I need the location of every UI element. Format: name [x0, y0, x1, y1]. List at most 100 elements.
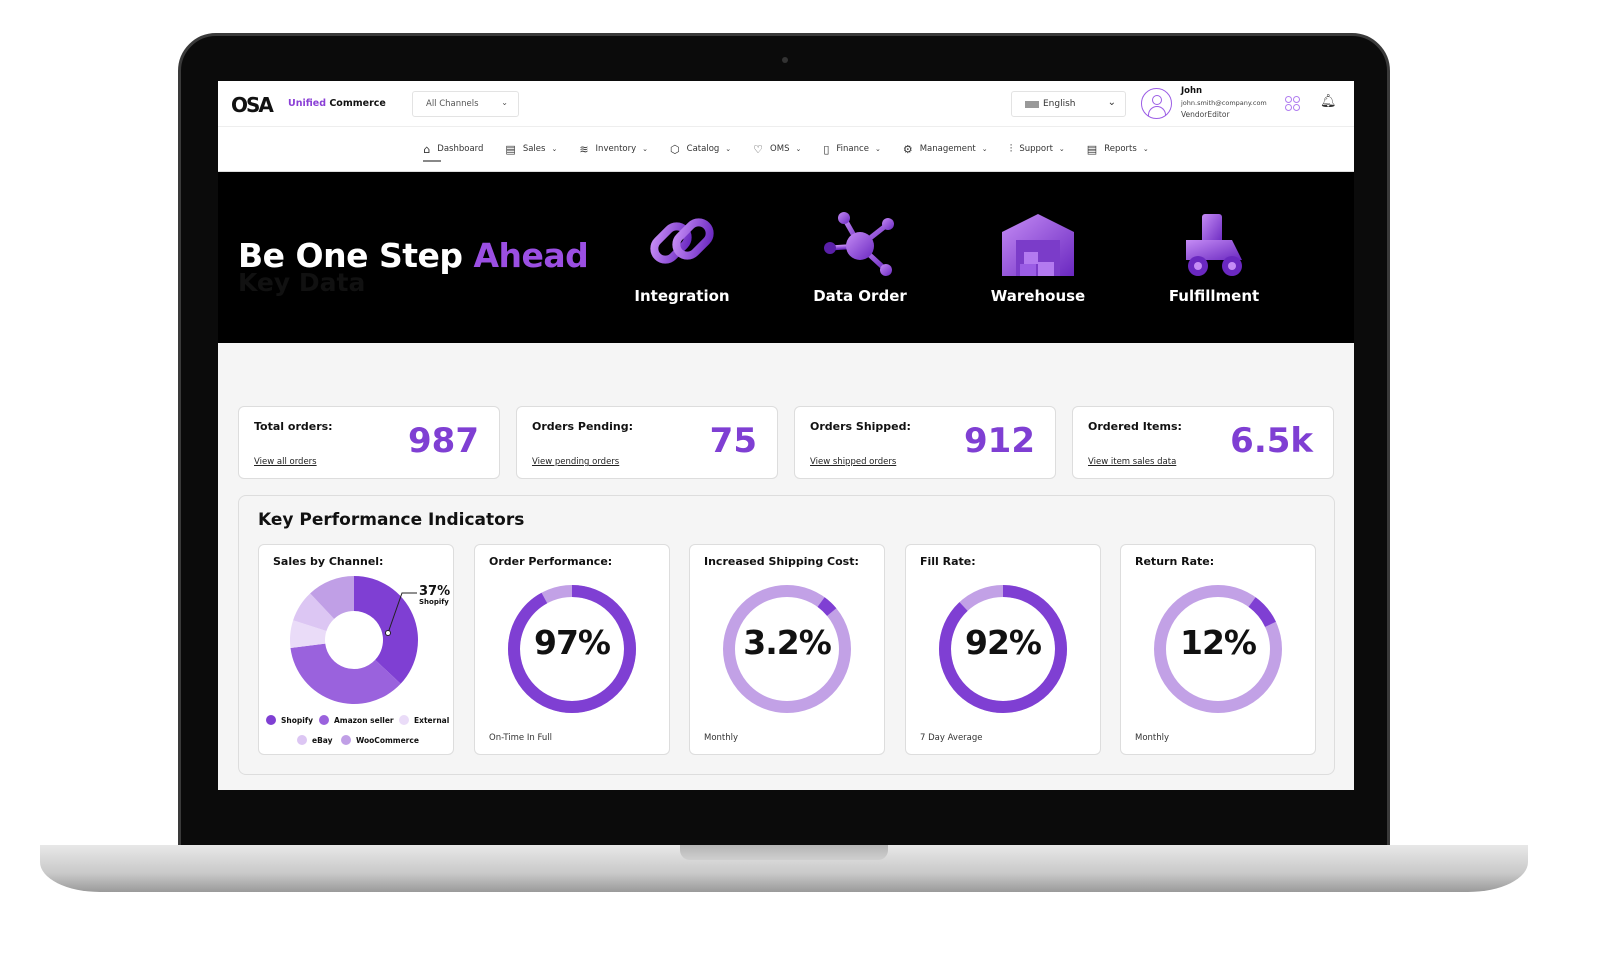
legend-label: eBay	[312, 735, 333, 745]
card-title: Order Performance:	[489, 555, 613, 568]
card-subtitle: 7 Day Average	[920, 733, 983, 743]
chevron-down-icon: ⌄	[1142, 145, 1149, 153]
report-icon: ▤	[1086, 142, 1098, 156]
layout-icon: ▤	[505, 142, 516, 156]
card-value: 912	[964, 421, 1035, 461]
legend-item: Amazon seller	[319, 715, 394, 725]
gear-icon: ⚙	[902, 142, 913, 156]
bell-icon[interactable]: 🔔︎	[1320, 94, 1337, 109]
legend-label: WooCommerce	[356, 735, 419, 745]
nav-support[interactable]: ⫶ Support ⌄	[1010, 127, 1065, 171]
network-hub-icon	[824, 212, 894, 276]
feature-fulfillment[interactable]: Fulfillment	[1149, 210, 1279, 305]
card-subtitle: Monthly	[704, 733, 739, 743]
brand-rest: Commerce	[326, 98, 386, 109]
feature-label: Warehouse	[990, 287, 1086, 305]
nav-inventory[interactable]: ≋ Inventory ⌄	[579, 127, 648, 171]
legend-item: eBay	[297, 735, 333, 745]
nav-label: Reports	[1104, 144, 1137, 154]
feature-integration[interactable]: Integration	[617, 210, 747, 305]
kpi-panel: Key Performance Indicators Sales by Chan…	[238, 495, 1335, 775]
sliders-icon: ⫶	[1009, 142, 1013, 155]
card-title: Fill Rate:	[920, 555, 976, 568]
legend-item: WooCommerce	[341, 735, 419, 745]
ring-value: 3.2%	[743, 623, 832, 662]
chevron-down-icon: ⌄	[795, 145, 802, 153]
layers-icon: ≋	[579, 142, 589, 156]
user-email: john.smith@company.com	[1181, 99, 1267, 107]
feature-data-order[interactable]: Data Order	[795, 210, 925, 305]
card-label: Orders Shipped:	[810, 420, 911, 433]
card-title: Increased Shipping Cost:	[704, 555, 859, 568]
card-label: Ordered Items:	[1088, 420, 1182, 433]
nav-catalog[interactable]: ⬡ Catalog ⌄	[670, 127, 731, 171]
main-nav: ⌂ Dashboard ▤ Sales ⌄ ≋ Inventory ⌄ ⬡ Catalog ⌄ ♡ OM…	[218, 127, 1354, 172]
key-data-card: Ordered Items: 6.5k View item sales data	[1072, 406, 1334, 479]
sales-by-channel-card: Sales by Channel: 37% Shopify Shopify Amaz…	[258, 544, 454, 755]
brand-name: Unified Commerce	[288, 98, 386, 109]
card-label: Orders Pending:	[532, 420, 634, 433]
card-link[interactable]: View item sales data	[1088, 457, 1176, 467]
user-name: John	[1181, 86, 1203, 96]
key-data-title: Key Data	[238, 268, 366, 297]
nav-label: Management	[919, 144, 976, 154]
laptop-notch	[680, 845, 888, 860]
nav-label: Finance	[836, 144, 869, 154]
legend-label: Shopify	[281, 715, 313, 725]
chevron-down-icon: ⌄	[725, 145, 732, 153]
key-data-card: Orders Pending: 75 View pending orders	[516, 406, 778, 479]
warehouse-icon	[1002, 214, 1074, 276]
card-title: Return Rate:	[1135, 555, 1215, 568]
card-link[interactable]: View pending orders	[532, 457, 619, 467]
user-role: VendorEditor	[1181, 110, 1230, 119]
legend-swatch	[266, 715, 276, 725]
document-icon: ▯	[823, 142, 830, 156]
legend-swatch	[399, 715, 409, 725]
nav-management[interactable]: ⚙ Management ⌄	[903, 127, 988, 171]
top-header: OSA Unified Commerce All Channels ⌄ Engli…	[218, 81, 1354, 127]
channel-select[interactable]: All Channels ⌄	[412, 91, 519, 117]
logo[interactable]: OSA	[231, 93, 274, 117]
chevron-down-icon: ⌄	[1058, 145, 1065, 153]
callout-label: Shopify	[419, 598, 449, 606]
kpi-card: Increased Shipping Cost: 3.2% Monthly	[689, 544, 885, 755]
nav-label: Catalog	[686, 144, 720, 154]
nav-dashboard[interactable]: ⌂ Dashboard	[423, 127, 483, 171]
legend-label: Amazon seller	[334, 715, 394, 725]
legend-item: External	[399, 715, 449, 725]
kpi-card: Order Performance: 97% On-Time In Full	[474, 544, 670, 755]
callout-dot	[385, 630, 391, 636]
feature-warehouse[interactable]: Warehouse	[973, 210, 1103, 305]
feature-label: Fulfillment	[1168, 287, 1260, 305]
ring-value: 97%	[534, 623, 611, 662]
legend-swatch	[319, 715, 329, 725]
legend-label: External	[414, 715, 450, 725]
chevron-down-icon: ⌄	[501, 98, 508, 107]
legend-swatch	[297, 735, 307, 745]
forklift-icon	[1186, 214, 1242, 276]
avatar[interactable]	[1141, 88, 1172, 119]
chevron-down-icon: ⌄	[551, 145, 558, 153]
card-link[interactable]: View all orders	[254, 457, 317, 467]
card-link[interactable]: View shipped orders	[810, 457, 896, 467]
kpi-card: Fill Rate: 92% 7 Day Average	[905, 544, 1101, 755]
card-value: 6.5k	[1230, 421, 1313, 461]
nav-label: Sales	[522, 144, 546, 154]
key-data-card: Orders Shipped: 912 View shipped orders	[794, 406, 1056, 479]
nav-sales[interactable]: ▤ Sales ⌄	[505, 127, 557, 171]
card-value: 75	[709, 421, 757, 461]
ring-value: 92%	[965, 623, 1042, 662]
flag-icon	[1025, 101, 1039, 108]
language-value: English	[1043, 99, 1076, 109]
language-select[interactable]: English ⌄	[1011, 91, 1126, 117]
apps-grid-icon[interactable]	[1285, 96, 1300, 111]
nav-reports[interactable]: ▤ Reports ⌄	[1087, 127, 1149, 171]
feature-label: Data Order	[813, 287, 907, 305]
legend-swatch	[341, 735, 351, 745]
nav-finance[interactable]: ▯ Finance ⌄	[823, 127, 880, 171]
nav-oms[interactable]: ♡ OMS ⌄	[753, 127, 801, 171]
link-icon	[650, 218, 714, 264]
kpi-title: Key Performance Indicators	[258, 510, 525, 530]
screen: OSA Unified Commerce All Channels ⌄ Engli…	[218, 81, 1354, 790]
box-icon: ⬡	[670, 142, 680, 156]
